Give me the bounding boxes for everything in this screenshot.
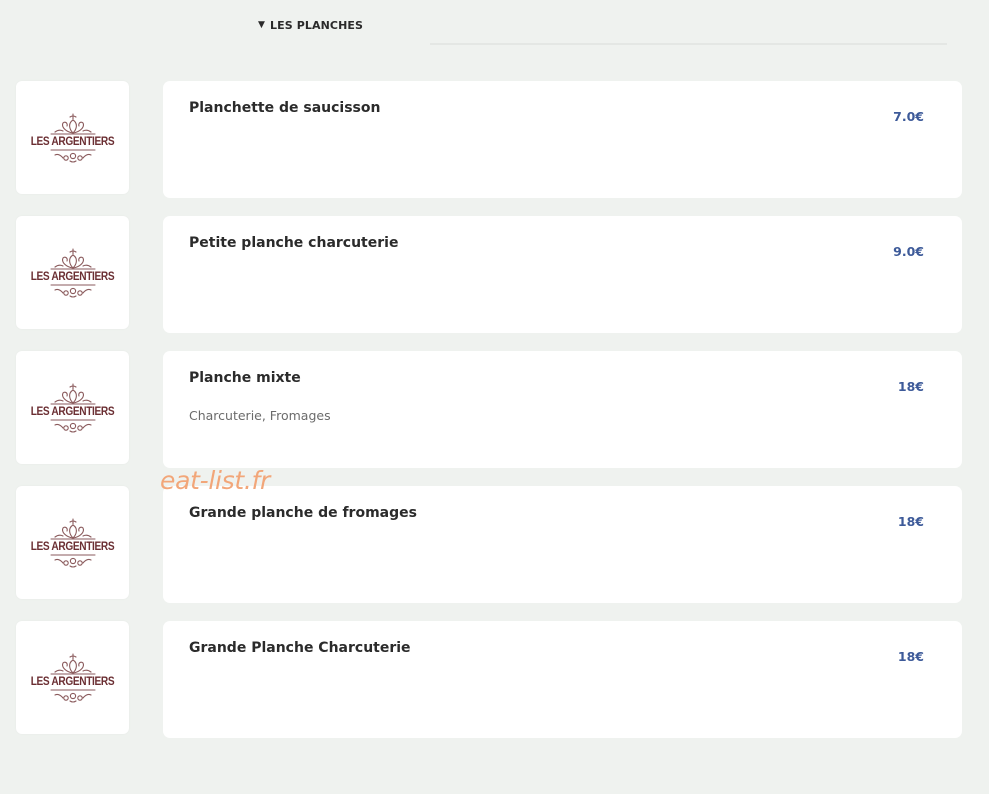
item-price: 18€	[897, 514, 924, 529]
logo-text: LES ARGENTIERS	[30, 405, 115, 418]
item-name: Planche mixte	[189, 370, 301, 386]
les-argentiers-logo: LES ARGENTIERS	[25, 247, 120, 298]
item-description: Charcuterie, Fromages	[189, 408, 331, 423]
menu-item: LES ARGENTIERS Planchette de saucisson 7…	[16, 81, 962, 198]
ornament-bottom-icon	[49, 148, 96, 163]
menu-item: LES ARGENTIERS Planche mixte Charcuterie	[16, 351, 962, 468]
item-thumbnail[interactable]: LES ARGENTIERS	[16, 81, 129, 194]
menu-item: LES ARGENTIERS Petite planche charcuteri…	[16, 216, 962, 333]
item-price: 9.0€	[893, 244, 924, 259]
logo-text: LES ARGENTIERS	[30, 675, 115, 688]
triangle-down-icon: ▼	[258, 20, 266, 30]
menu-item-card[interactable]: Planchette de saucisson 7.0€	[163, 81, 962, 198]
item-name: Grande Planche Charcuterie	[189, 640, 411, 656]
item-price: 18€	[897, 379, 924, 394]
ornament-top-icon	[49, 382, 96, 405]
ornament-bottom-icon	[49, 418, 96, 433]
section-toggle-les-planches[interactable]: ▼ LES PLANCHES	[258, 19, 363, 32]
logo-text: LES ARGENTIERS	[30, 135, 115, 148]
ornament-top-icon	[49, 652, 96, 675]
ornament-bottom-icon	[49, 283, 96, 298]
ornament-top-icon	[49, 112, 96, 135]
menu-item: LES ARGENTIERS Grande Planche Charcuteri…	[16, 621, 962, 738]
les-argentiers-logo: LES ARGENTIERS	[25, 652, 120, 703]
les-argentiers-logo: LES ARGENTIERS	[25, 517, 120, 568]
ornament-top-icon	[49, 517, 96, 540]
item-thumbnail[interactable]: LES ARGENTIERS	[16, 216, 129, 329]
item-thumbnail[interactable]: LES ARGENTIERS	[16, 486, 129, 599]
item-name: Planchette de saucisson	[189, 100, 381, 116]
menu-item-card[interactable]: Grande Planche Charcuterie 18€	[163, 621, 962, 738]
les-argentiers-logo: LES ARGENTIERS	[25, 112, 120, 163]
header-divider	[430, 43, 947, 45]
item-price: 18€	[897, 649, 924, 664]
ornament-top-icon	[49, 247, 96, 270]
ornament-bottom-icon	[49, 688, 96, 703]
ornament-bottom-icon	[49, 553, 96, 568]
menu-item-card[interactable]: Planche mixte Charcuterie, Fromages 18€	[163, 351, 962, 468]
menu-item-card[interactable]: Grande planche de fromages 18€	[163, 486, 962, 603]
logo-text: LES ARGENTIERS	[30, 540, 115, 553]
logo-text: LES ARGENTIERS	[30, 270, 115, 283]
menu-item-card[interactable]: Petite planche charcuterie 9.0€	[163, 216, 962, 333]
item-thumbnail[interactable]: LES ARGENTIERS	[16, 621, 129, 734]
item-thumbnail[interactable]: LES ARGENTIERS	[16, 351, 129, 464]
item-name: Petite planche charcuterie	[189, 235, 399, 251]
menu-item: LES ARGENTIERS Grande planche de fromage…	[16, 486, 962, 603]
section-title: LES PLANCHES	[270, 19, 364, 32]
item-price: 7.0€	[893, 109, 924, 124]
item-name: Grande planche de fromages	[189, 505, 417, 521]
les-argentiers-logo: LES ARGENTIERS	[25, 382, 120, 433]
menu-item-list: LES ARGENTIERS Planchette de saucisson 7…	[16, 81, 962, 756]
